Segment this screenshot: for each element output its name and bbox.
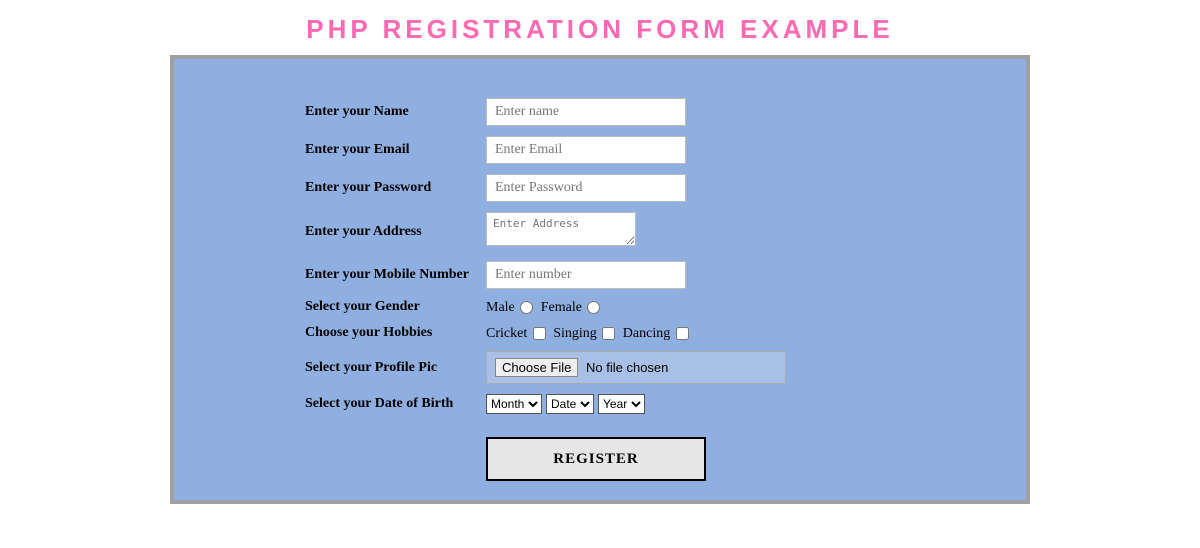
gender-female-label: Female (541, 300, 582, 315)
hobby-cricket-label: Cricket (486, 326, 527, 341)
hobbies-label: Choose your Hobbies (304, 324, 485, 342)
register-button[interactable]: REGISTER (486, 437, 706, 481)
file-status-text: No file chosen (586, 360, 668, 375)
mobile-label: Enter your Mobile Number (304, 260, 485, 290)
password-label: Enter your Password (304, 173, 485, 203)
password-input[interactable] (486, 174, 686, 202)
name-label: Enter your Name (304, 97, 485, 127)
dob-month-select[interactable]: Month (486, 394, 542, 414)
dob-year-select[interactable]: Year (598, 394, 645, 414)
profilepic-label: Select your Profile Pic (304, 350, 485, 385)
gender-label: Select your Gender (304, 298, 485, 316)
page-title: PHP REGISTRATION FORM EXAMPLE (0, 14, 1200, 45)
registration-form-panel: Enter your Name Enter your Email Enter y… (170, 55, 1030, 504)
name-input[interactable] (486, 98, 686, 126)
email-label: Enter your Email (304, 135, 485, 165)
dob-date-select[interactable]: Date (546, 394, 594, 414)
hobby-singing-checkbox[interactable] (602, 327, 615, 340)
gender-male-radio[interactable] (520, 301, 533, 314)
choose-file-button[interactable]: Choose File (495, 358, 578, 377)
mobile-input[interactable] (486, 261, 686, 289)
address-label: Enter your Address (304, 211, 485, 252)
email-input[interactable] (486, 136, 686, 164)
address-input[interactable] (486, 212, 636, 246)
hobby-cricket-checkbox[interactable] (533, 327, 546, 340)
hobby-dancing-label: Dancing (623, 326, 670, 341)
gender-female-radio[interactable] (587, 301, 600, 314)
hobby-singing-label: Singing (553, 326, 597, 341)
hobby-dancing-checkbox[interactable] (676, 327, 689, 340)
gender-male-label: Male (486, 300, 515, 315)
dob-label: Select your Date of Birth (304, 393, 485, 415)
profilepic-file-input[interactable]: Choose File No file chosen (486, 351, 786, 384)
